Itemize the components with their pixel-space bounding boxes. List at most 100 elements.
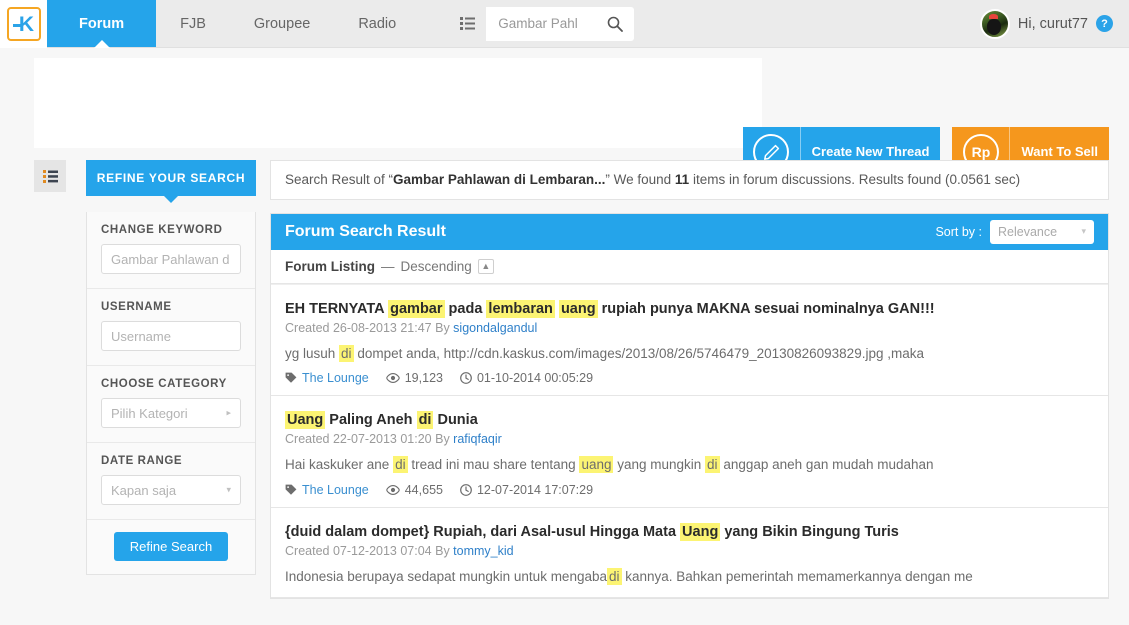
global-search [448, 6, 635, 41]
search-icon[interactable] [604, 16, 626, 32]
nav-tab-groupee-label: Groupee [253, 15, 311, 32]
help-icon[interactable]: ? [1096, 15, 1113, 32]
result-views: 44,655 [385, 483, 443, 497]
summary-suffix: items in forum discussions. Results foun… [689, 172, 1021, 187]
chevron-down-icon: ▾ [226, 484, 231, 495]
top-navigation-bar: K Forum FJB Groupee Radio Hi [0, 0, 1129, 48]
result-created: Created 26-08-2013 21:47 By sigondalgand… [285, 321, 1094, 335]
tag-icon [285, 484, 297, 496]
username-input-placeholder: Username [111, 328, 171, 344]
primary-nav-tabs: Forum FJB Groupee Radio [47, 0, 420, 47]
nav-tab-fjb-label: FJB [180, 15, 206, 32]
sort-controls: Sort by : Relevance ▾ [935, 219, 1094, 244]
search-input[interactable] [498, 16, 605, 31]
listing-dash: — [381, 258, 395, 274]
search-result-item[interactable]: Uang Paling Aneh di Dunia Created 22-07-2… [271, 396, 1108, 509]
result-title[interactable]: EH TERNYATA gambar pada lembaran uang ru… [285, 299, 1094, 319]
site-logo[interactable]: K [0, 0, 47, 48]
eye-icon [385, 485, 400, 496]
result-views: 19,123 [385, 371, 443, 386]
result-author-link[interactable]: rafiqfaqir [453, 432, 502, 446]
panel-title: Forum Search Result [285, 222, 446, 240]
nav-tab-forum-label: Forum [79, 15, 125, 32]
highlighted-term: di [606, 568, 622, 586]
clock-icon [460, 484, 472, 497]
result-snippet: Indonesia berupaya sedapat mungkin untuk… [285, 568, 973, 586]
kaskus-logo-icon: K [6, 7, 41, 41]
result-category-link[interactable]: The Lounge [302, 483, 369, 497]
nav-tab-radio-label: Radio [358, 15, 397, 32]
result-created: Created 07-12-2013 07:04 By tommy_kid [285, 544, 1094, 558]
result-snippet: Hai kaskuker ane di tread ini mau share … [285, 456, 934, 474]
highlighted-term: di [416, 411, 434, 430]
result-created-text: Created 26-08-2013 21:47 By [285, 320, 454, 335]
result-last-post-time: 12-07-2014 17:07:29 [476, 483, 594, 498]
filter-choose-category: CHOOSE CATEGORY Pilih Kategori ▸ [87, 366, 255, 443]
search-result-list: EH TERNYATA gambar pada lembaran uang ru… [271, 283, 1108, 599]
filter-label-daterange: DATE RANGE [101, 455, 183, 467]
highlighted-term: uang [558, 299, 598, 318]
filter-date-range: DATE RANGE Kapan saja ▾ [87, 443, 255, 520]
filter-change-keyword: CHANGE KEYWORD Gambar Pahlawan d [87, 212, 255, 289]
daterange-select[interactable]: Kapan saja ▾ [101, 475, 241, 505]
daterange-select-value: Kapan saja [111, 482, 177, 498]
result-title[interactable]: Uang Paling Aneh di Dunia [285, 410, 1094, 430]
nav-tab-fjb[interactable]: FJB [156, 0, 230, 47]
result-category[interactable]: The Lounge [285, 483, 369, 497]
category-select[interactable]: Pilih Kategori ▸ [101, 398, 241, 428]
sort-by-label: Sort by : [935, 224, 982, 239]
refine-search-button[interactable]: Refine Search [113, 532, 229, 561]
nav-tab-groupee[interactable]: Groupee [230, 0, 334, 47]
sidebar-toggle-button[interactable] [34, 160, 66, 192]
listing-label: Forum Listing [285, 258, 375, 274]
result-title[interactable]: {duid dalam dompet} Rupiah, dari Asal-us… [285, 522, 1094, 542]
search-results-column: Search Result of “Gambar Pahlawan di Lem… [270, 160, 1109, 600]
result-meta: The Lounge 44,655 12-07-2014 17:07:29 [285, 483, 1094, 497]
tag-icon [285, 372, 297, 384]
chevron-down-icon: ▾ [1081, 226, 1086, 237]
result-author-link[interactable]: sigondalgandul [453, 321, 537, 335]
highlighted-term: Uang [680, 523, 721, 542]
highlighted-term: uang [579, 456, 614, 474]
summary-prefix: Search Result of “ [285, 172, 394, 187]
search-result-item[interactable]: EH TERNYATA gambar pada lembaran uang ru… [271, 283, 1108, 397]
search-result-item[interactable]: {duid dalam dompet} Rupiah, dari Asal-us… [271, 508, 1108, 599]
highlighted-term: di [393, 456, 408, 474]
search-field-wrapper [486, 6, 635, 41]
nav-tab-forum[interactable]: Forum [47, 0, 157, 47]
user-greeting: Hi, curut77 [1017, 15, 1088, 32]
keyword-input[interactable]: Gambar Pahlawan d [101, 244, 241, 274]
clock-icon [460, 372, 472, 385]
eye-icon [385, 373, 400, 384]
chevron-right-icon: ▸ [226, 407, 231, 418]
refine-search-panel: CHANGE KEYWORD Gambar Pahlawan d USERNAM… [86, 212, 256, 575]
refine-search-tab[interactable]: REFINE YOUR SEARCH [86, 160, 256, 196]
highlighted-term: Uang [285, 411, 326, 430]
search-category-list-icon[interactable] [448, 6, 487, 41]
panel-header: Forum Search Result Sort by : Relevance … [271, 213, 1108, 250]
sort-direction-toggle[interactable]: ▲ [477, 258, 494, 274]
result-meta: The Lounge 19,123 01-10-2014 00:05:29 [285, 371, 1094, 385]
result-category-link[interactable]: The Lounge [302, 371, 369, 385]
result-category[interactable]: The Lounge [285, 371, 369, 385]
forum-search-result-panel: Forum Search Result Sort by : Relevance … [270, 212, 1109, 600]
sort-by-value: Relevance [998, 224, 1058, 239]
category-select-value: Pilih Kategori [111, 405, 188, 421]
listing-order-bar: Forum Listing — Descending ▲ [271, 250, 1108, 284]
refine-submit-row: Refine Search [87, 520, 255, 574]
highlighted-term: di [339, 344, 354, 362]
nav-tab-radio[interactable]: Radio [334, 0, 420, 47]
summary-count: 11 [674, 172, 690, 187]
avatar[interactable] [979, 8, 1010, 39]
user-menu[interactable]: Hi, curut77 ? [979, 0, 1129, 47]
filter-username: USERNAME Username [87, 289, 255, 366]
filter-label-username: USERNAME [101, 301, 172, 313]
result-views-count: 19,123 [404, 371, 443, 386]
sort-by-select[interactable]: Relevance ▾ [990, 219, 1094, 244]
result-created-text: Created 22-07-2013 01:20 By [285, 432, 454, 447]
summary-mid: ” We found [605, 172, 675, 187]
highlighted-term: lembaran [486, 299, 555, 318]
refine-search-sidebar: REFINE YOUR SEARCH CHANGE KEYWORD Gambar… [86, 160, 256, 599]
username-input[interactable]: Username [101, 321, 241, 351]
result-author-link[interactable]: tommy_kid [453, 544, 513, 558]
